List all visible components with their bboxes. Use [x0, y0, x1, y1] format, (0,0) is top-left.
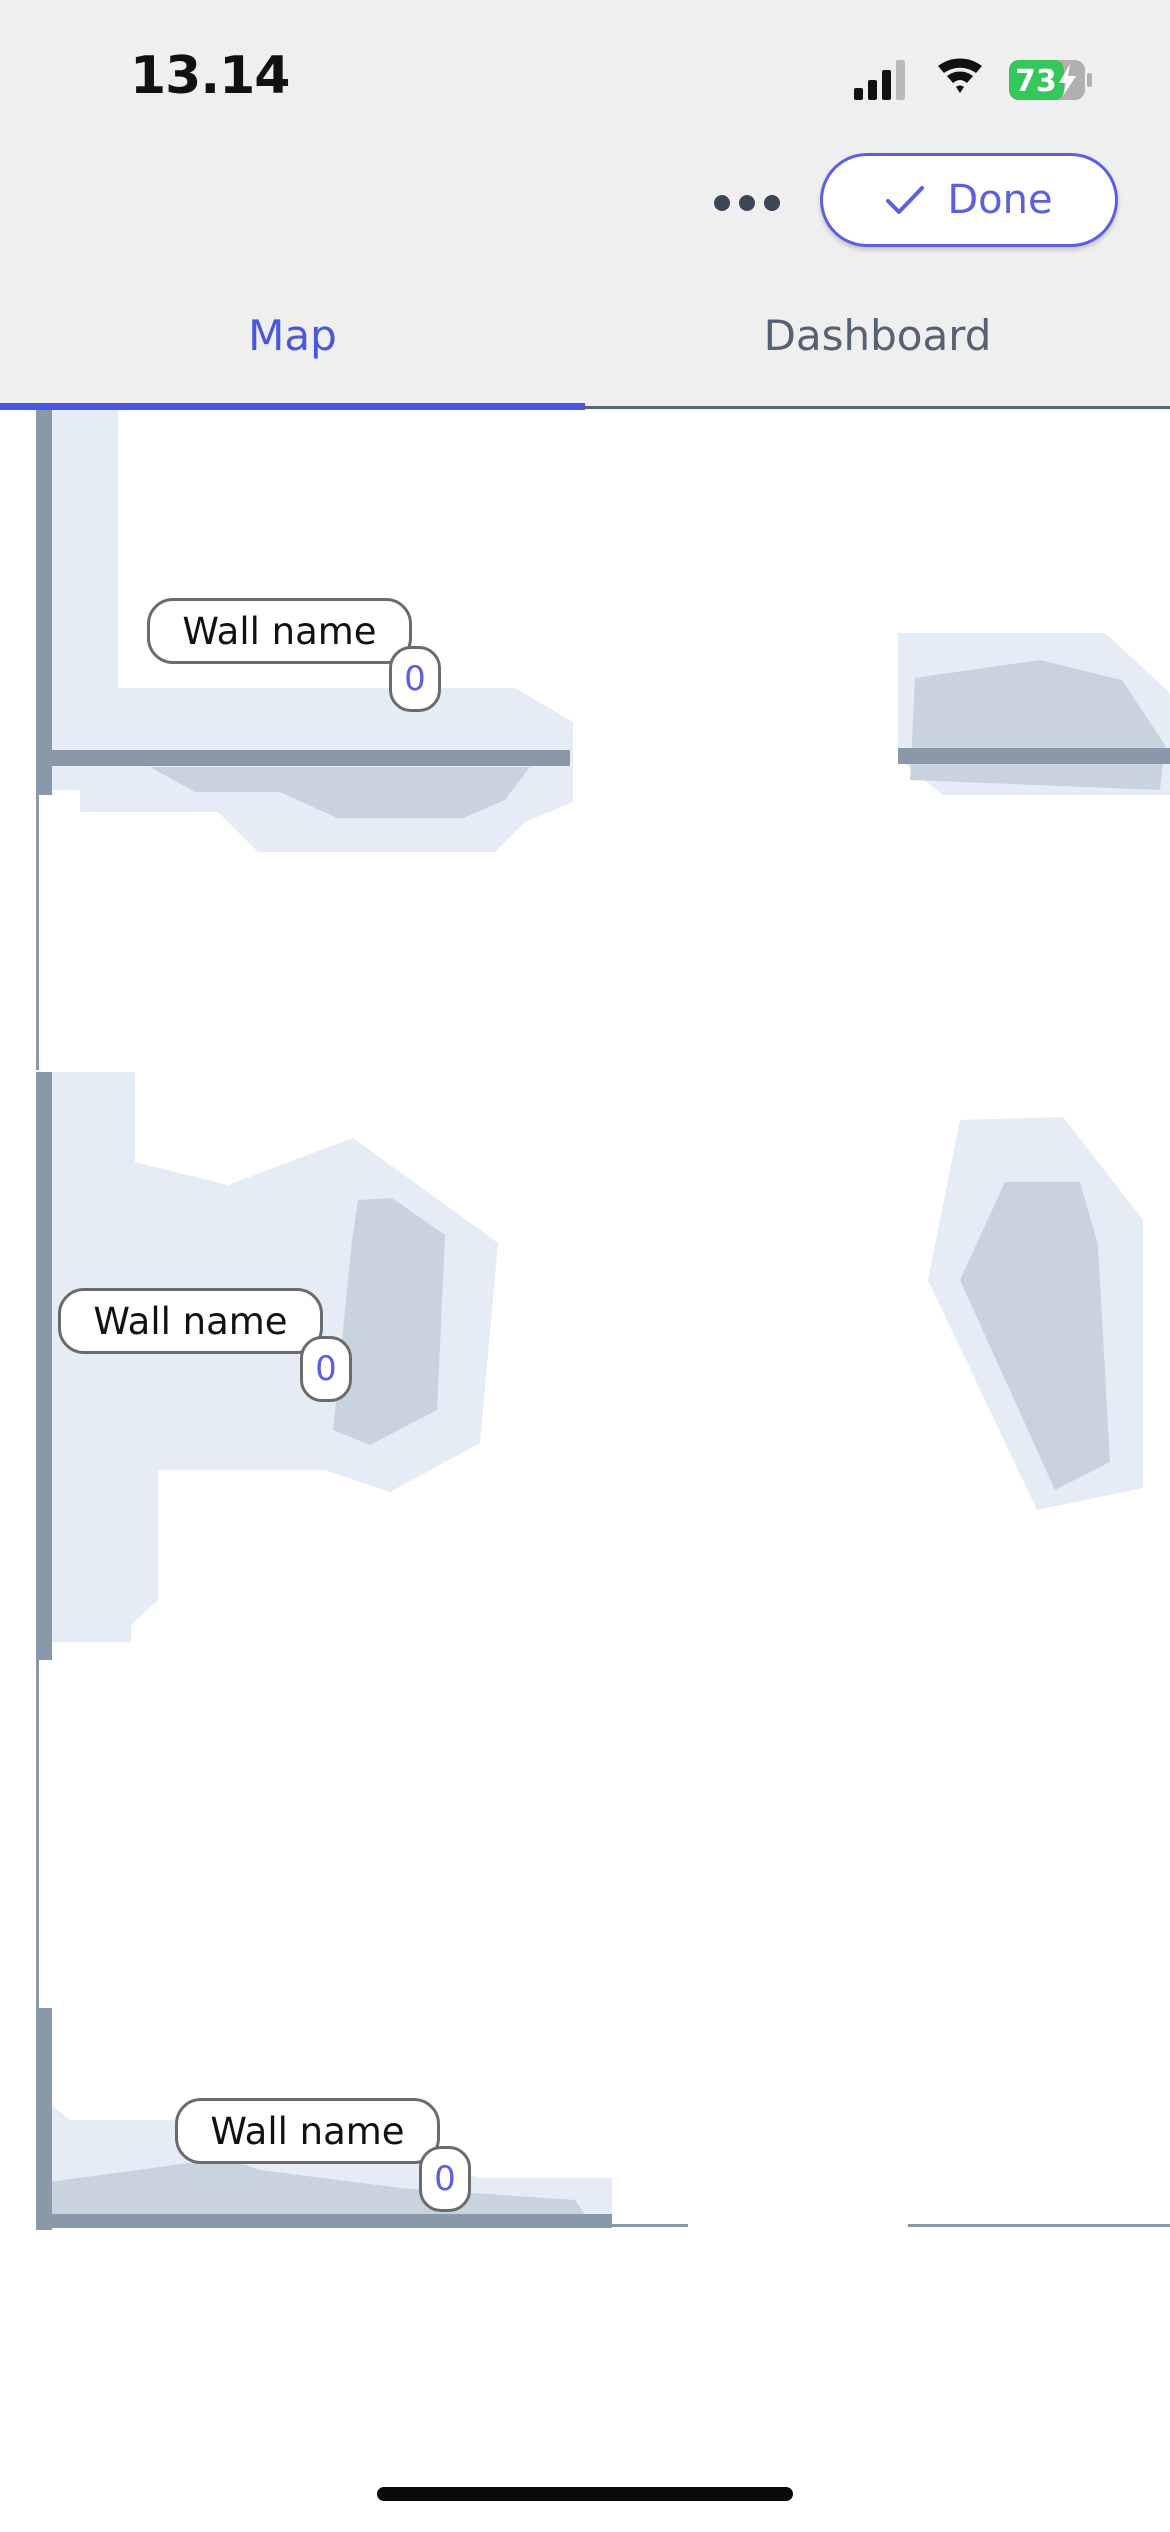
status-time: 13.14 [130, 46, 290, 106]
wall-segment[interactable] [898, 748, 1170, 764]
tab-bar: Map Dashboard [0, 260, 1170, 410]
wall-segment[interactable] [36, 795, 39, 1070]
more-options-button[interactable] [700, 178, 794, 228]
wall-segment[interactable] [908, 2224, 1170, 2227]
wall-segment[interactable] [36, 2214, 612, 2228]
wall-count-badge: 0 [389, 646, 441, 712]
battery-icon: 73 [1009, 60, 1092, 100]
home-indicator[interactable] [377, 2487, 793, 2501]
floor-plan [36, 410, 1170, 2230]
active-tab-indicator [0, 403, 585, 410]
status-icons: 73 [854, 58, 1092, 100]
tab-map[interactable]: Map [0, 260, 585, 410]
wall-name-label[interactable]: Wall name [147, 598, 412, 664]
wall-count-badge: 0 [300, 1336, 352, 1402]
wall-name-label[interactable]: Wall name [58, 1288, 323, 1354]
battery-level: 73 [1015, 64, 1057, 99]
wifi-icon [938, 58, 982, 93]
tab-dashboard[interactable]: Dashboard [585, 260, 1170, 410]
done-label: Done [947, 177, 1053, 223]
wall-segment[interactable] [52, 750, 570, 766]
done-button[interactable]: Done [820, 153, 1118, 247]
checkmark-icon [886, 186, 925, 214]
cellular-signal-icon [854, 60, 905, 100]
wall-segment[interactable] [36, 1072, 52, 1660]
wall-count-badge: 0 [419, 2146, 471, 2212]
wall-segment[interactable] [36, 2008, 52, 2230]
wall-segment[interactable] [612, 2224, 688, 2227]
status-bar: 13.14 73 [0, 0, 1170, 150]
wall-name-label[interactable]: Wall name [175, 2098, 440, 2164]
wall-segment[interactable] [36, 1660, 39, 2010]
ellipsis-icon [714, 195, 780, 211]
map-canvas[interactable] [0, 410, 1170, 2532]
wall-segment[interactable] [36, 410, 52, 795]
